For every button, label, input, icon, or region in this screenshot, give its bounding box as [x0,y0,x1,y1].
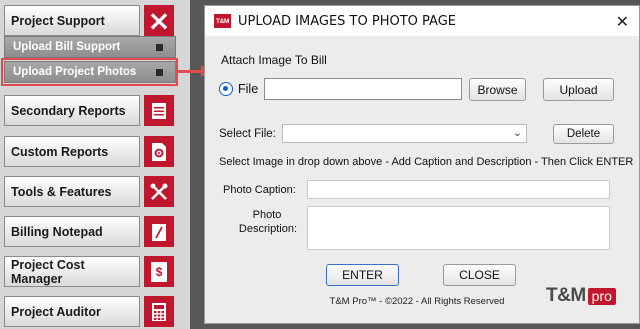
close-icon[interactable]: ✕ [616,12,629,31]
gear-document-icon[interactable] [144,136,174,167]
tm-pro-logo: T&M pro [546,285,616,307]
instructions-text: Select Image in drop down above - Add Ca… [219,156,634,168]
dialog-title: UPLOAD IMAGES TO PHOTO PAGE [238,14,456,29]
sidebar: Project Support × Upload Bill Support Up… [0,0,211,329]
close-icon[interactable]: × [144,5,174,36]
chevron-down-icon: ⌄ [512,126,522,139]
project-support-button[interactable]: Project Support [4,5,140,36]
file-radio[interactable] [219,82,233,96]
report-icon[interactable] [144,95,174,126]
tm-logo-icon: T&M [214,14,231,28]
select-file-label: Select File: [219,128,276,140]
enter-button[interactable]: ENTER [326,264,399,286]
secondary-reports-label: Secondary Reports [11,103,126,118]
square-icon [156,44,163,51]
select-file-dropdown[interactable]: ⌄ [282,124,527,143]
tools-features-label: Tools & Features [11,184,112,199]
file-path-input[interactable] [264,78,462,100]
dollar-document-icon[interactable]: $ [144,256,174,287]
tools-features-button[interactable]: Tools & Features [4,176,140,207]
project-cost-manager-button[interactable]: Project Cost Manager [4,256,140,287]
browse-button[interactable]: Browse [469,78,526,101]
calculator-icon[interactable] [144,296,174,327]
upload-button[interactable]: Upload [543,78,614,101]
project-support-label: Project Support [11,13,105,28]
tools-icon[interactable] [144,176,174,207]
title-bar: T&M UPLOAD IMAGES TO PHOTO PAGE ✕ [205,6,639,36]
billing-notepad-button[interactable]: Billing Notepad [4,216,140,247]
photo-description-input[interactable] [307,206,610,250]
attach-image-label: Attach Image To Bill [221,53,327,67]
secondary-reports-button[interactable]: Secondary Reports [4,95,140,126]
notepad-icon[interactable] [144,216,174,247]
upload-images-dialog: T&M UPLOAD IMAGES TO PHOTO PAGE ✕ Attach… [204,5,640,324]
billing-notepad-label: Billing Notepad [11,224,103,239]
project-auditor-button[interactable]: Project Auditor [4,296,140,327]
photo-description-label: Photo Description: [238,209,297,235]
photo-caption-label: Photo Caption: [223,184,296,196]
close-button[interactable]: CLOSE [443,264,516,286]
highlight-box [1,58,178,86]
custom-reports-button[interactable]: Custom Reports [4,136,140,167]
file-label: File [238,82,259,96]
upload-bill-support-label: Upload Bill Support [13,41,121,53]
upload-bill-support-item[interactable]: Upload Bill Support [4,36,176,58]
custom-reports-label: Custom Reports [11,144,109,159]
photo-caption-input[interactable] [307,180,610,199]
project-cost-manager-label: Project Cost Manager [11,257,85,286]
delete-button[interactable]: Delete [553,124,614,144]
project-auditor-label: Project Auditor [11,304,101,319]
